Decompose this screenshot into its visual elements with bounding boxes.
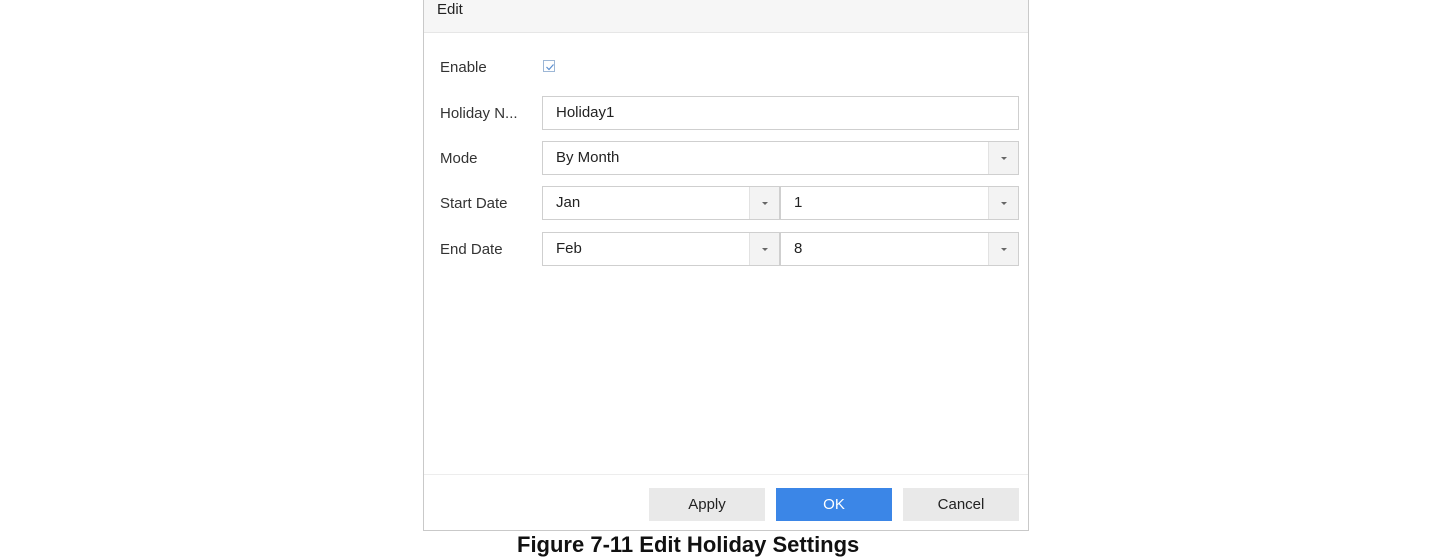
start-day-value: 1: [794, 194, 803, 211]
caret-down-icon: [762, 202, 768, 205]
end-day-select[interactable]: 8: [780, 232, 1019, 266]
end-day-value: 8: [794, 240, 803, 257]
holiday-name-input[interactable]: Holiday1: [542, 96, 1019, 130]
start-day-select[interactable]: 1: [780, 186, 1019, 220]
mode-value: By Month: [556, 149, 620, 166]
caret-down-icon: [1001, 157, 1007, 160]
dialog-header: Edit: [424, 0, 1028, 33]
start-month-dropdown-button[interactable]: [749, 187, 779, 219]
end-month-select[interactable]: Feb: [542, 232, 780, 266]
mode-dropdown-button[interactable]: [988, 142, 1018, 174]
enable-label: Enable: [440, 59, 487, 76]
end-month-dropdown-button[interactable]: [749, 233, 779, 265]
holiday-name-value: Holiday1: [556, 104, 615, 121]
start-date-label: Start Date: [440, 195, 508, 212]
mode-label: Mode: [440, 150, 478, 167]
ok-button[interactable]: OK: [776, 488, 892, 521]
caret-down-icon: [762, 248, 768, 251]
holiday-name-label: Holiday N...: [440, 105, 518, 122]
check-icon: [546, 64, 554, 71]
caret-down-icon: [1001, 202, 1007, 205]
end-month-value: Feb: [556, 240, 582, 257]
edit-dialog: Edit Enable Holiday N... Holiday1 Mode B…: [423, 0, 1029, 531]
end-date-label: End Date: [440, 241, 503, 258]
apply-button[interactable]: Apply: [649, 488, 765, 521]
mode-select[interactable]: By Month: [542, 141, 1019, 175]
start-month-value: Jan: [556, 194, 581, 211]
start-month-select[interactable]: Jan: [542, 186, 780, 220]
dialog-title: Edit: [437, 1, 463, 18]
end-day-dropdown-button[interactable]: [988, 233, 1018, 265]
figure-caption: Figure 7-11 Edit Holiday Settings: [517, 532, 860, 557]
enable-checkbox[interactable]: [543, 60, 555, 72]
cancel-button[interactable]: Cancel: [903, 488, 1019, 521]
caret-down-icon: [1001, 248, 1007, 251]
start-day-dropdown-button[interactable]: [988, 187, 1018, 219]
